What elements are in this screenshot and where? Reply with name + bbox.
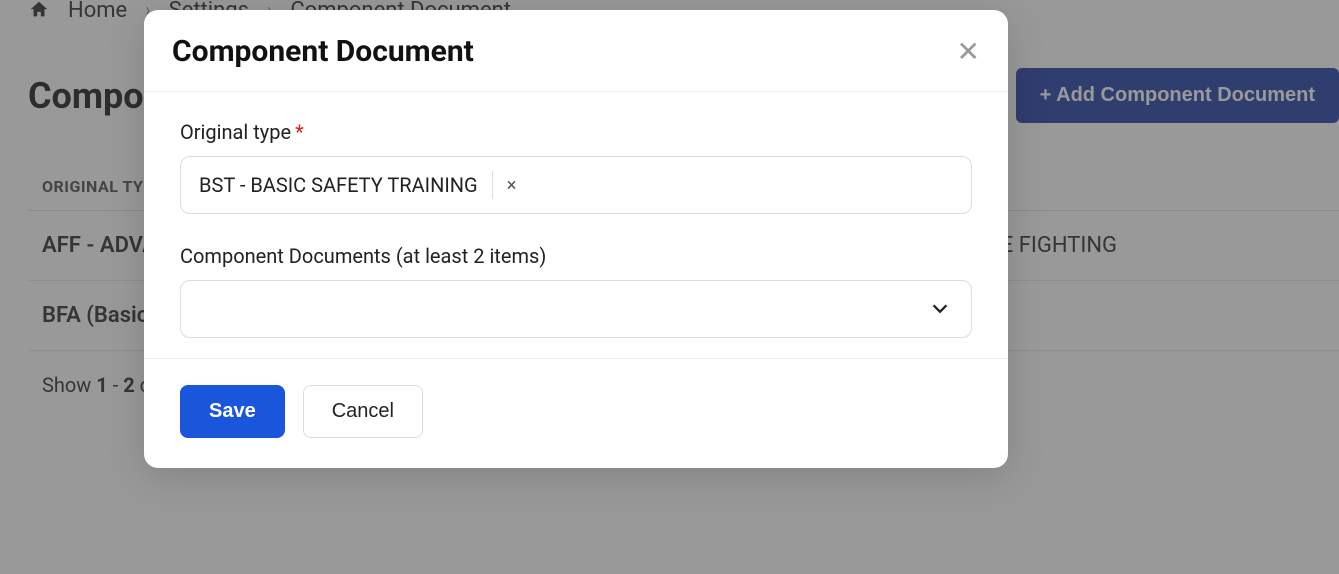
modal-body: Original type* BST - BASIC SAFETY TRAINI…: [144, 92, 1008, 358]
tag-label: BST - BASIC SAFETY TRAINING: [199, 173, 478, 197]
component-document-modal: Component Document ✕ Original type* BST …: [144, 10, 1008, 468]
tag-divider: [492, 171, 493, 199]
cancel-button[interactable]: Cancel: [303, 385, 423, 438]
save-button[interactable]: Save: [180, 385, 285, 438]
modal-header: Component Document ✕: [144, 10, 1008, 92]
original-type-input[interactable]: BST - BASIC SAFETY TRAINING ×: [180, 156, 972, 214]
save-button-label: Save: [209, 400, 256, 422]
chevron-down-icon: [929, 298, 951, 320]
cancel-button-label: Cancel: [332, 400, 394, 422]
tag-remove-icon[interactable]: ×: [503, 175, 521, 196]
component-documents-select[interactable]: [180, 280, 972, 338]
required-mark: *: [295, 120, 304, 144]
component-documents-label: Component Documents (at least 2 items): [180, 244, 972, 268]
selected-tag: BST - BASIC SAFETY TRAINING ×: [193, 167, 526, 203]
original-type-label: Original type*: [180, 120, 972, 144]
close-icon[interactable]: ✕: [957, 38, 980, 66]
modal-title: Component Document: [172, 34, 474, 69]
original-type-label-text: Original type: [180, 120, 291, 144]
modal-footer: Save Cancel: [144, 358, 1008, 468]
